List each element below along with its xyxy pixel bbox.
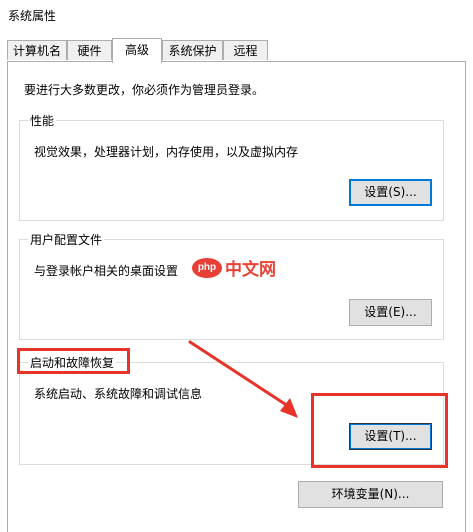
performance-title: 性能 — [28, 113, 57, 129]
user-profiles-title: 用户配置文件 — [28, 232, 105, 248]
tab-strip: 计算机名 硬件 高级 系统保护 远程 — [0, 38, 473, 63]
startup-recovery-title: 启动和故障恢复 — [28, 355, 117, 371]
tab-hardware[interactable]: 硬件 — [67, 40, 112, 60]
title-bar: 系统属性 — [0, 0, 473, 30]
user-profiles-settings-button[interactable]: 设置(E)... — [349, 299, 432, 326]
environment-variables-button[interactable]: 环境变量(N)... — [298, 481, 443, 508]
user-profiles-description: 与登录帐户相关的桌面设置 — [34, 264, 179, 278]
tab-computer-name[interactable]: 计算机名 — [7, 40, 67, 60]
watermark-text: 中文网 — [225, 260, 276, 280]
tab-advanced[interactable]: 高级 — [112, 38, 162, 63]
startup-recovery-settings-button[interactable]: 设置(T)... — [349, 423, 432, 450]
admin-notice: 要进行大多数更改，你必须作为管理员登录。 — [24, 83, 265, 97]
window-title: 系统属性 — [8, 9, 57, 23]
startup-recovery-description: 系统启动、系统故障和调试信息 — [34, 387, 203, 401]
watermark-badge: php — [192, 257, 222, 278]
performance-settings-button[interactable]: 设置(S)... — [349, 179, 432, 206]
watermark-logo: php 中文网 — [192, 255, 276, 280]
tab-remote[interactable]: 远程 — [223, 40, 268, 60]
performance-description: 视觉效果，处理器计划，内存使用，以及虚拟内存 — [34, 145, 299, 159]
tab-system-protection[interactable]: 系统保护 — [162, 40, 223, 60]
